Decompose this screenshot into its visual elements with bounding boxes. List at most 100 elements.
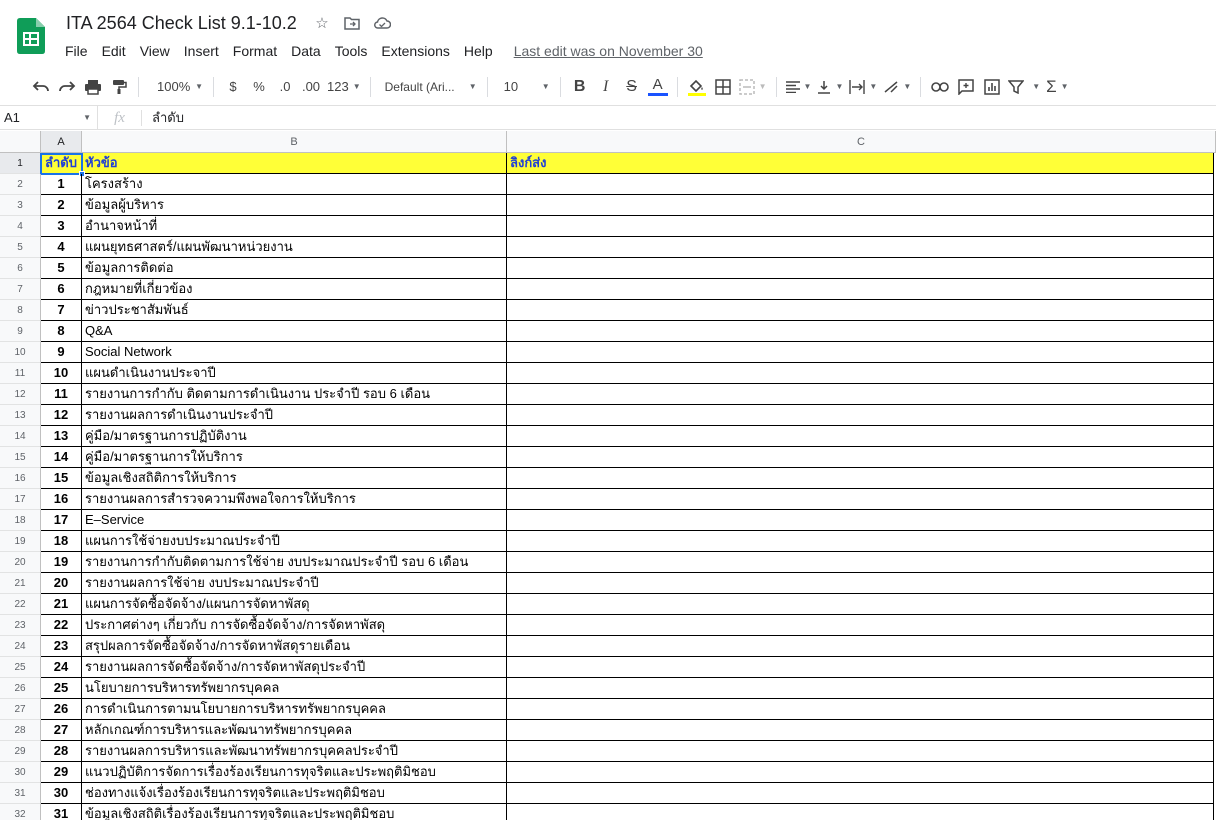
cell-c[interactable] (507, 468, 1214, 489)
cell-b[interactable]: ข้อมูลการติดต่อ (82, 258, 507, 279)
cell-c[interactable] (507, 804, 1214, 820)
cell-c[interactable] (507, 678, 1214, 699)
cell-c1[interactable]: ลิงก์ส่ง (507, 153, 1214, 174)
increase-decimal-button[interactable]: .00 (298, 73, 324, 101)
menu-data[interactable]: Data (284, 41, 328, 61)
bold-button[interactable]: B (567, 73, 593, 101)
row-header[interactable]: 6 (0, 258, 41, 279)
font-select[interactable]: Default (Ari... ▼ (377, 73, 481, 101)
cell-a[interactable]: 28 (41, 741, 82, 762)
cell-c[interactable] (507, 594, 1214, 615)
cell-a[interactable]: 29 (41, 762, 82, 783)
cell-c[interactable] (507, 531, 1214, 552)
row-header[interactable]: 28 (0, 720, 41, 741)
cell-c[interactable] (507, 699, 1214, 720)
row-header[interactable]: 27 (0, 699, 41, 720)
row-header[interactable]: 5 (0, 237, 41, 258)
cell-c[interactable] (507, 363, 1214, 384)
cell-a[interactable]: 15 (41, 468, 82, 489)
row-header[interactable]: 2 (0, 174, 41, 195)
cell-b[interactable]: การดำเนินการตามนโยบายการบริหารทรัพยากรบุ… (82, 699, 507, 720)
row-header[interactable]: 31 (0, 783, 41, 804)
cell-c[interactable] (507, 237, 1214, 258)
cell-a[interactable]: 8 (41, 321, 82, 342)
cell-c[interactable] (507, 174, 1214, 195)
row-header[interactable]: 26 (0, 678, 41, 699)
row-header[interactable]: 3 (0, 195, 41, 216)
cell-b[interactable]: โครงสร้าง (82, 174, 507, 195)
row-header[interactable]: 10 (0, 342, 41, 363)
cell-b[interactable]: รายงานการกำกับติดตามการใช้จ่าย งบประมาณป… (82, 552, 507, 573)
formula-input[interactable]: ลำดับ (142, 107, 184, 128)
row-header[interactable]: 22 (0, 594, 41, 615)
zoom-select[interactable]: 100% ▼ (145, 73, 207, 101)
row-header[interactable]: 9 (0, 321, 41, 342)
cell-b[interactable]: ประกาศต่างๆ เกี่ยวกับ การจัดซื้อจัดจ้าง/… (82, 615, 507, 636)
cell-b[interactable]: แผนการใช้จ่ายงบประมาณประจำปี (82, 531, 507, 552)
cell-a[interactable]: 12 (41, 405, 82, 426)
sheets-logo-icon[interactable] (17, 18, 45, 54)
row-header[interactable]: 29 (0, 741, 41, 762)
row-header[interactable]: 25 (0, 657, 41, 678)
cell-a[interactable]: 3 (41, 216, 82, 237)
text-rotation-icon[interactable]: ▼ (880, 73, 914, 101)
row-header[interactable]: 18 (0, 510, 41, 531)
cell-b[interactable]: รายงานผลการจัดซื้อจัดจ้าง/การจัดหาพัสดุป… (82, 657, 507, 678)
row-header[interactable]: 12 (0, 384, 41, 405)
cell-b[interactable]: รายงานการกำกับ ติดตามการดำเนินงาน ประจำป… (82, 384, 507, 405)
fill-color-icon[interactable] (684, 73, 710, 101)
menu-help[interactable]: Help (457, 41, 500, 61)
insert-link-icon[interactable] (927, 73, 953, 101)
borders-icon[interactable] (710, 73, 736, 101)
cell-c[interactable] (507, 405, 1214, 426)
merge-cells-icon[interactable]: ▼ (736, 73, 770, 101)
cell-a[interactable]: 14 (41, 447, 82, 468)
row-header[interactable]: 8 (0, 300, 41, 321)
cell-a[interactable]: 18 (41, 531, 82, 552)
cell-a[interactable]: 16 (41, 489, 82, 510)
cell-b[interactable]: รายงานผลการดำเนินงานประจำปี (82, 405, 507, 426)
cell-a[interactable]: 9 (41, 342, 82, 363)
text-color-button[interactable]: A (645, 73, 671, 101)
move-folder-icon[interactable] (343, 14, 361, 32)
cell-a[interactable]: 11 (41, 384, 82, 405)
cell-b[interactable]: รายงานผลการบริหารและพัฒนาทรัพยากรบุคคลปร… (82, 741, 507, 762)
cell-a[interactable]: 2 (41, 195, 82, 216)
text-wrap-icon[interactable]: ▼ (846, 73, 880, 101)
menu-insert[interactable]: Insert (177, 41, 226, 61)
row-header[interactable]: 15 (0, 447, 41, 468)
redo-icon[interactable] (54, 73, 80, 101)
cell-c[interactable] (507, 741, 1214, 762)
cell-c[interactable] (507, 720, 1214, 741)
cell-a[interactable]: 31 (41, 804, 82, 820)
cell-a[interactable]: 10 (41, 363, 82, 384)
cell-b[interactable]: ช่องทางแจ้งเรื่องร้องเรียนการทุจริตและปร… (82, 783, 507, 804)
cell-b[interactable]: กฎหมายที่เกี่ยวข้อง (82, 279, 507, 300)
cell-a[interactable]: 13 (41, 426, 82, 447)
cell-a[interactable]: 21 (41, 594, 82, 615)
cell-b[interactable]: รายงานผลการใช้จ่าย งบประมาณประจำปี (82, 573, 507, 594)
cell-c[interactable] (507, 426, 1214, 447)
cell-a[interactable]: 20 (41, 573, 82, 594)
row-header[interactable]: 7 (0, 279, 41, 300)
cell-c[interactable] (507, 279, 1214, 300)
cell-b[interactable]: แผนการจัดซื้อจัดจ้าง/แผนการจัดหาพัสดุ (82, 594, 507, 615)
cell-b[interactable]: นโยบายการบริหารทรัพยากรบุคคล (82, 678, 507, 699)
cell-c[interactable] (507, 615, 1214, 636)
cell-b[interactable]: อำนาจหน้าที่ (82, 216, 507, 237)
row-header[interactable]: 11 (0, 363, 41, 384)
cell-b[interactable]: รายงานผลการสำรวจความพึงพอใจการให้บริการ (82, 489, 507, 510)
cell-b[interactable]: แผนดำเนินงานประจาปี (82, 363, 507, 384)
italic-button[interactable]: I (593, 73, 619, 101)
menu-view[interactable]: View (133, 41, 177, 61)
column-header-b[interactable]: B (82, 131, 507, 153)
vertical-align-icon[interactable]: ▼ (814, 73, 846, 101)
horizontal-align-icon[interactable]: ▼ (783, 73, 815, 101)
functions-icon[interactable]: Σ ▼ (1043, 73, 1071, 101)
row-header[interactable]: 4 (0, 216, 41, 237)
doc-title[interactable]: ITA 2564 Check List 9.1-10.2 (66, 13, 297, 34)
cell-c[interactable] (507, 384, 1214, 405)
cell-b[interactable]: คู่มือ/มาตรฐานการให้บริการ (82, 447, 507, 468)
cell-c[interactable] (507, 342, 1214, 363)
row-header[interactable]: 24 (0, 636, 41, 657)
